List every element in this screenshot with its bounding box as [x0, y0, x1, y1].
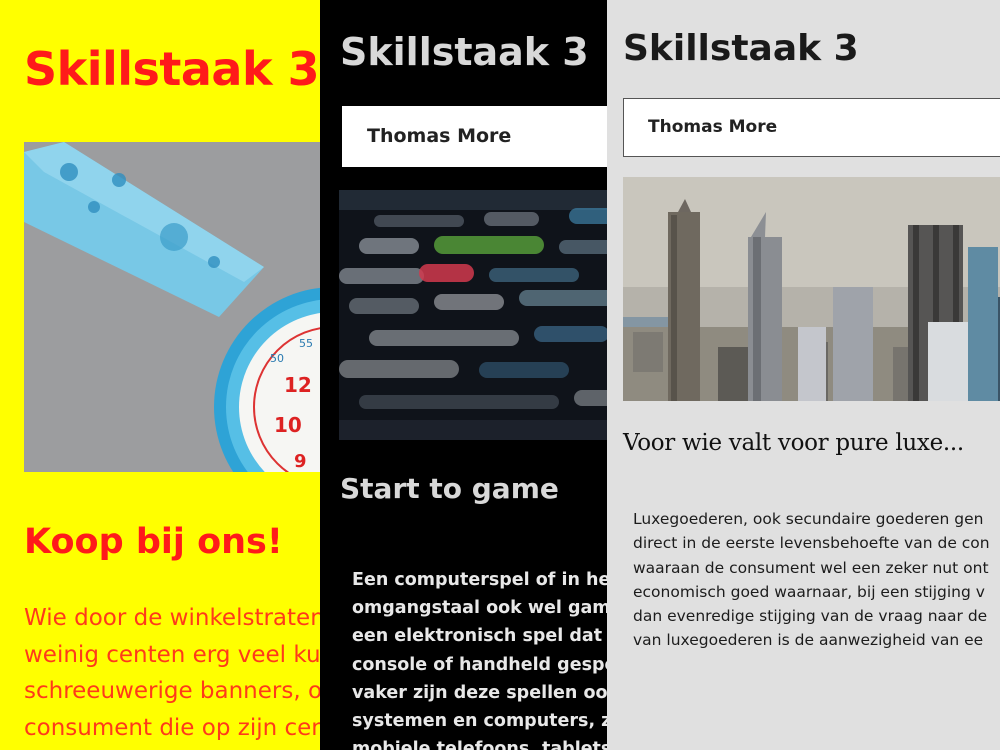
section-heading: Start to game	[340, 472, 559, 505]
watch-image: 12 10 9 55 50	[24, 142, 320, 472]
body-line: console of handheld gespee	[352, 654, 607, 675]
panel-yellow: Skillstaak 3 12 10 9 55 50 Koop bij ons!…	[0, 0, 320, 750]
body-line: mobiele telefoons, tablets e	[352, 739, 607, 750]
skyline-image	[623, 177, 1000, 401]
section-heading: Koop bij ons!	[24, 522, 283, 562]
page-title: Skillstaak 3	[623, 28, 859, 69]
body-line: dan evenredige stijging van de vraag naa…	[633, 607, 988, 626]
body-text: Luxegoederen, ook secundaire goederen ge…	[633, 507, 1000, 653]
page-title: Skillstaak 3	[24, 42, 320, 96]
code-image	[339, 190, 607, 440]
body-line: een elektronisch spel dat op	[352, 626, 607, 647]
body-line: schreeuwerige banners, o	[24, 678, 320, 704]
body-line: Luxegoederen, ook secundaire goederen ge…	[633, 510, 984, 528]
body-line: direct in de eerste levensbehoefte van d…	[633, 534, 990, 553]
panel-grey: Skillstaak 3 Thomas More Voor wie valt v…	[607, 0, 1000, 750]
body-line: weinig centen erg veel ku	[24, 641, 320, 668]
svg-text:9: 9	[294, 451, 307, 472]
org-banner[interactable]: Thomas More	[342, 106, 607, 167]
body-line: van luxegoederen is de aanwezigheid van …	[633, 631, 984, 650]
body-line: consument die op zijn cen	[24, 714, 320, 741]
org-name: Thomas More	[367, 125, 512, 147]
body-text: Een computerspel of in het E omgangstaal…	[352, 566, 607, 750]
body-line: systemen en computers, zoa	[352, 711, 607, 732]
svg-text:10: 10	[274, 413, 302, 437]
org-name: Thomas More	[648, 117, 778, 137]
svg-text:50: 50	[270, 352, 284, 365]
body-line: economisch goed waarnaar, bij een stijgi…	[633, 582, 985, 601]
body-line: vaker zijn deze spellen ook v	[352, 682, 607, 703]
page-title: Skillstaak 3	[340, 30, 589, 74]
panel-dark: Skillstaak 3 Thomas More Start to game E…	[320, 0, 607, 750]
body-line: Wie door de winkelstraten	[24, 605, 320, 631]
svg-text:55: 55	[299, 337, 313, 350]
svg-text:12: 12	[284, 373, 312, 397]
body-line: omgangstaal ook wel game	[352, 598, 607, 619]
body-line: Een computerspel of in het E	[352, 570, 607, 590]
body-text: Wie door de winkelstraten weinig centen …	[24, 600, 320, 746]
section-heading: Voor wie valt voor pure luxe...	[623, 430, 964, 456]
org-banner[interactable]: Thomas More	[623, 98, 1000, 157]
body-line: waaraan de consument wel een zeker nut o…	[633, 558, 989, 577]
